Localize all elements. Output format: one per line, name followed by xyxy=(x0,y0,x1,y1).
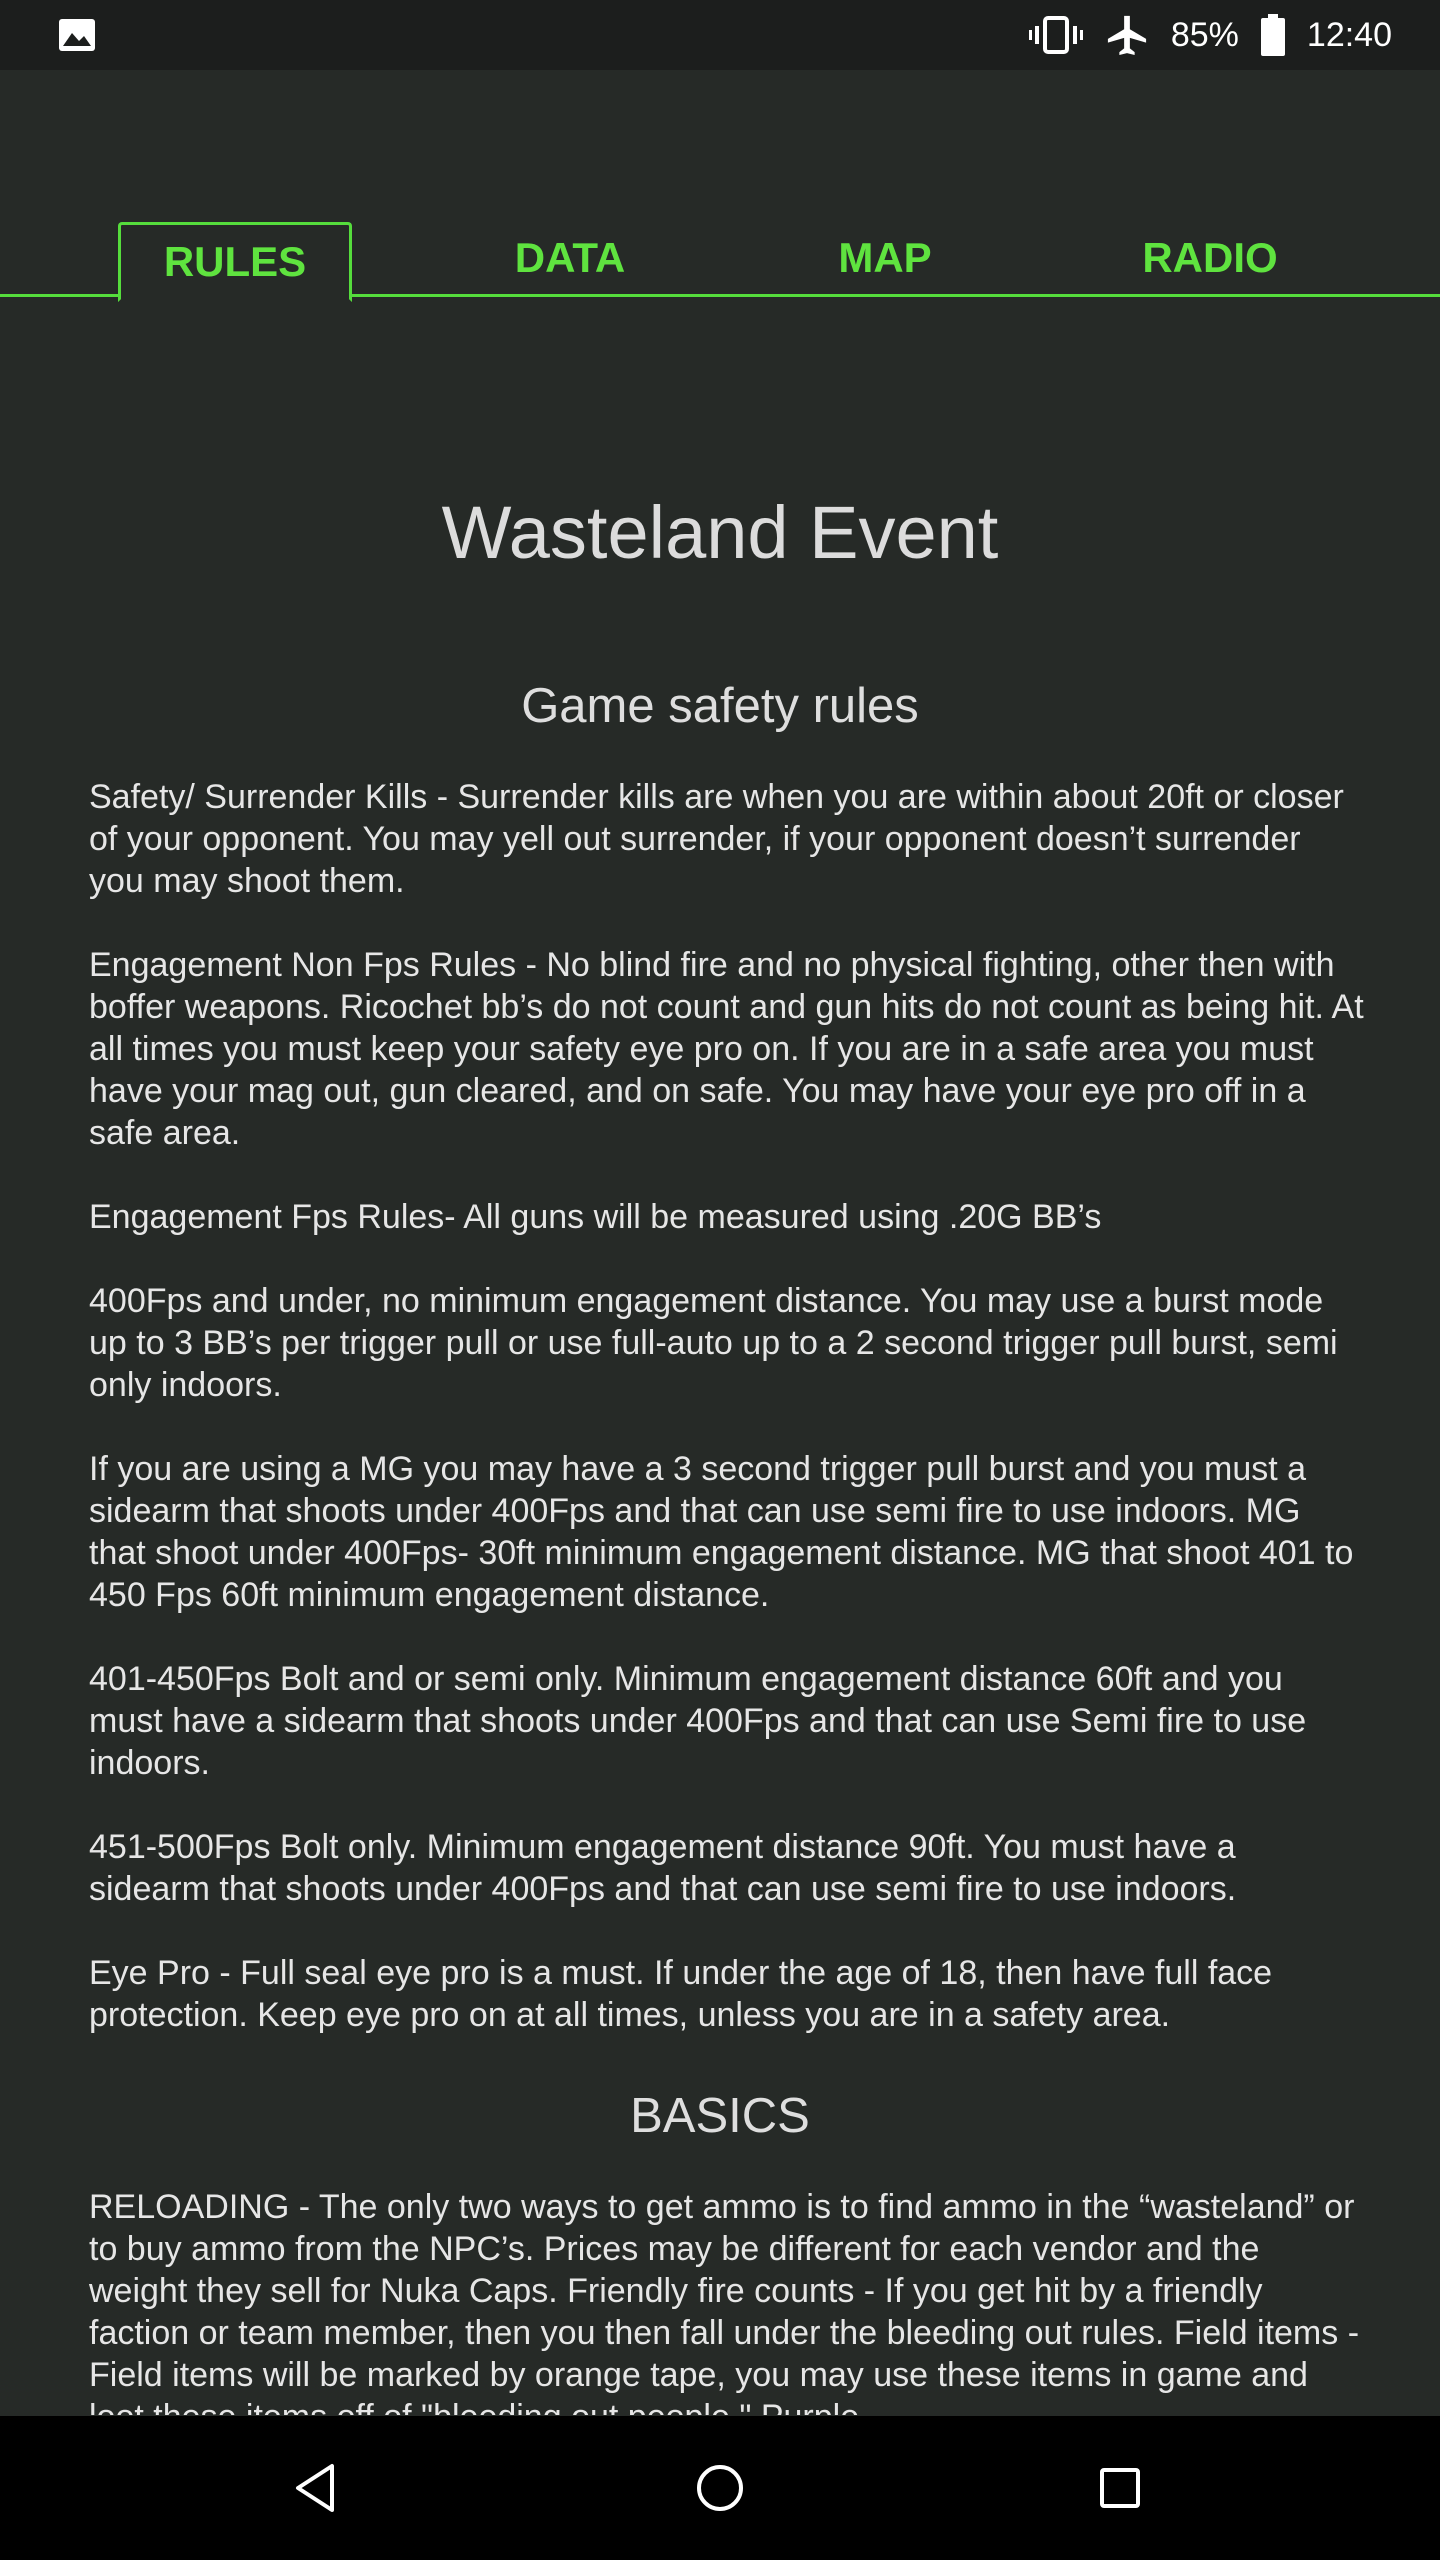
battery-percent: 85% xyxy=(1170,15,1239,54)
recents-icon xyxy=(1100,2468,1140,2508)
paragraph-451-500fps: 451-500Fps Bolt only. Minimum engagement… xyxy=(89,1828,1237,1908)
paragraph-reloading: RELOADING - The only two ways to get amm… xyxy=(89,2188,1360,2415)
tab-rules[interactable]: RULES xyxy=(118,222,352,302)
paragraph-401-450fps: 401-450Fps Bolt and or semi only. Minimu… xyxy=(89,1660,1307,1782)
back-icon xyxy=(296,2464,334,2512)
tab-radio-label: RADIO xyxy=(1142,234,1278,281)
status-bar: 85% 12:40 xyxy=(0,0,1440,70)
home-icon xyxy=(697,2465,743,2511)
paragraph-non-fps-rules: Engagement Non Fps Rules - No blind fire… xyxy=(89,946,1364,1152)
paragraph-surrender-kills: Safety/ Surrender Kills - Surrender kill… xyxy=(89,778,1344,900)
paragraph-mg-rules: If you are using a MG you may have a 3 s… xyxy=(89,1450,1354,1614)
tab-map[interactable]: MAP xyxy=(780,220,990,296)
tab-bar: RULES DATA MAP RADIO xyxy=(0,220,1440,302)
vibrate-icon xyxy=(1028,16,1083,54)
page-title: Wasteland Event xyxy=(441,491,999,574)
recents-button[interactable] xyxy=(1078,2446,1162,2530)
rules-content[interactable]: Wasteland Event Game safety rules Safety… xyxy=(0,300,1440,2415)
clock: 12:40 xyxy=(1306,15,1392,54)
tab-radio[interactable]: RADIO xyxy=(1100,220,1320,296)
paragraph-eye-pro: Eye Pro - Full seal eye pro is a must. I… xyxy=(89,1954,1273,2034)
section-heading-basics: BASICS xyxy=(630,2089,810,2143)
tab-rules-label: RULES xyxy=(163,238,307,285)
image-icon xyxy=(59,19,95,51)
section-heading-safety: Game safety rules xyxy=(521,679,919,733)
paragraph-400fps: 400Fps and under, no minimum engagement … xyxy=(89,1282,1338,1404)
airplane-icon xyxy=(1107,15,1146,56)
tab-data[interactable]: DATA xyxy=(460,220,680,296)
tab-map-label: MAP xyxy=(838,234,932,281)
home-button[interactable] xyxy=(678,2446,762,2530)
paragraph-fps-rules: Engagement Fps Rules- All guns will be m… xyxy=(89,1198,1102,1236)
back-button[interactable] xyxy=(274,2446,358,2530)
tab-data-label: DATA xyxy=(514,234,626,281)
battery-icon xyxy=(1260,14,1285,56)
status-indicators: 85% 12:40 xyxy=(1028,0,1392,70)
navigation-bar xyxy=(0,2416,1440,2560)
